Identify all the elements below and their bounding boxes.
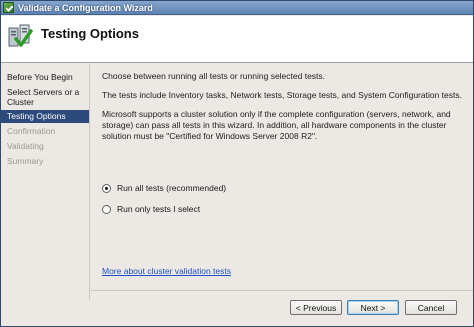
next-button[interactable]: Next > <box>347 300 399 315</box>
page-title: Testing Options <box>41 26 139 41</box>
more-about-validation-link[interactable]: More about cluster validation tests <box>102 266 231 276</box>
nav-step-before-you-begin[interactable]: Before You Begin <box>1 71 89 84</box>
wizard-window: Validate a Configuration Wizard Testing … <box>0 0 474 327</box>
nav-step-confirmation: Confirmation <box>7 126 56 136</box>
nav-step-validating: Validating <box>7 141 44 151</box>
run-all-tests-option[interactable]: Run all tests (recommended) <box>102 183 226 193</box>
wizard-footer: < Previous Next > Cancel <box>91 290 473 326</box>
wizard-app-icon <box>3 2 14 13</box>
run-selected-tests-radio[interactable] <box>102 204 111 214</box>
title-bar[interactable]: Validate a Configuration Wizard <box>1 1 473 15</box>
cancel-button[interactable]: Cancel <box>405 300 457 315</box>
intro-text: Choose between running all tests or runn… <box>102 71 326 81</box>
cluster-validation-icon <box>8 24 33 47</box>
support-info-text: Microsoft supports a cluster solution on… <box>102 109 451 141</box>
previous-button[interactable]: < Previous <box>290 300 342 315</box>
run-selected-tests-option[interactable]: Run only tests I select <box>102 204 200 214</box>
wizard-header: Testing Options <box>1 16 473 63</box>
run-all-tests-label[interactable]: Run all tests (recommended) <box>117 183 226 193</box>
wizard-steps-nav: Before You Begin Select Servers or a Clu… <box>1 64 90 300</box>
wizard-content: Choose between running all tests or runn… <box>91 64 473 289</box>
nav-step-testing-options[interactable]: Testing Options <box>1 110 89 123</box>
tests-info-text: The tests include Inventory tasks, Netwo… <box>102 90 462 100</box>
run-all-tests-radio[interactable] <box>102 183 111 193</box>
nav-step-summary: Summary <box>7 156 44 166</box>
run-selected-tests-label[interactable]: Run only tests I select <box>117 204 200 214</box>
nav-step-select-servers[interactable]: Select Servers or a Cluster <box>1 86 89 109</box>
window-title: Validate a Configuration Wizard <box>18 2 153 13</box>
